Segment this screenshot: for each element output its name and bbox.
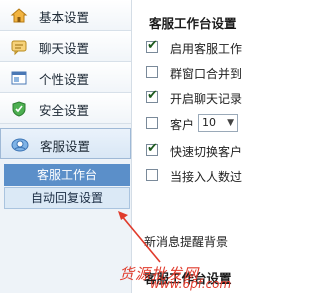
option-merge-group-window: 群窗口合并到 [146,65,243,81]
option-chat-history: ✔ 开启聊天记录 [146,88,243,106]
select-value: 10 [202,116,216,129]
option-label: 快速切换客户 [170,145,243,159]
new-message-note: 新消息提醒背景 [144,235,229,249]
sub-item-auto-reply[interactable]: 自动回复设置 [4,187,130,209]
option-label: 客户 [170,118,195,132]
sidebar-item-basic[interactable]: 基本设置 [0,0,131,31]
sidebar-item-label: 客服设置 [40,139,91,154]
sidebar-item-service[interactable]: 客服设置 [0,128,131,159]
check-icon: ✔ [147,141,158,156]
check-icon: ✔ [147,88,158,103]
check-icon: ✔ [147,38,158,53]
option-label: 当接入人数过 [170,170,243,184]
sidebar-item-security[interactable]: 安全设置 [0,93,131,124]
checkbox[interactable] [146,117,158,129]
checkbox[interactable] [146,169,158,181]
sidebar-item-label: 个性设置 [39,72,90,87]
window-icon [10,69,28,87]
customer-count-select[interactable]: 10 ▼ [198,114,238,132]
sub-item-service-workbench[interactable]: 客服工作台 [4,164,130,186]
checkbox[interactable]: ✔ [146,88,158,103]
watermark-url: www.6pf.com [150,277,232,291]
checkbox[interactable] [146,66,158,78]
sidebar-item-chat[interactable]: 聊天设置 [0,31,131,62]
shield-icon [10,100,28,118]
settings-sidebar: 基本设置 聊天设置 个性设置 安全设置 客服设置 客服工作台 自动回复设置 [0,0,132,293]
sidebar-item-label: 安全设置 [39,103,90,118]
sidebar-item-label: 聊天设置 [39,41,90,56]
section-title: 客服工作台设置 [149,16,237,31]
service-icon [11,136,29,154]
option-max-connections: 当接入人数过 [146,168,243,184]
chevron-down-icon: ▼ [227,118,234,128]
checkbox[interactable]: ✔ [146,38,158,53]
chat-icon [10,38,28,56]
option-quick-switch: ✔ 快速切换客户 [146,141,243,159]
settings-main-panel: 客服工作台设置 ✔ 启用客服工作 群窗口合并到 ✔ 开启聊天记录 客户 10 ▼… [132,0,250,293]
option-label: 开启聊天记录 [170,92,243,106]
option-customer-count: 客户 10 ▼ [146,114,238,132]
checkbox[interactable]: ✔ [146,141,158,156]
option-label: 启用客服工作 [170,42,243,56]
house-icon [10,7,28,25]
option-enable-workbench: ✔ 启用客服工作 [146,38,243,56]
sidebar-item-personal[interactable]: 个性设置 [0,62,131,93]
sidebar-item-label: 基本设置 [39,10,90,25]
option-label: 群窗口合并到 [170,67,243,81]
